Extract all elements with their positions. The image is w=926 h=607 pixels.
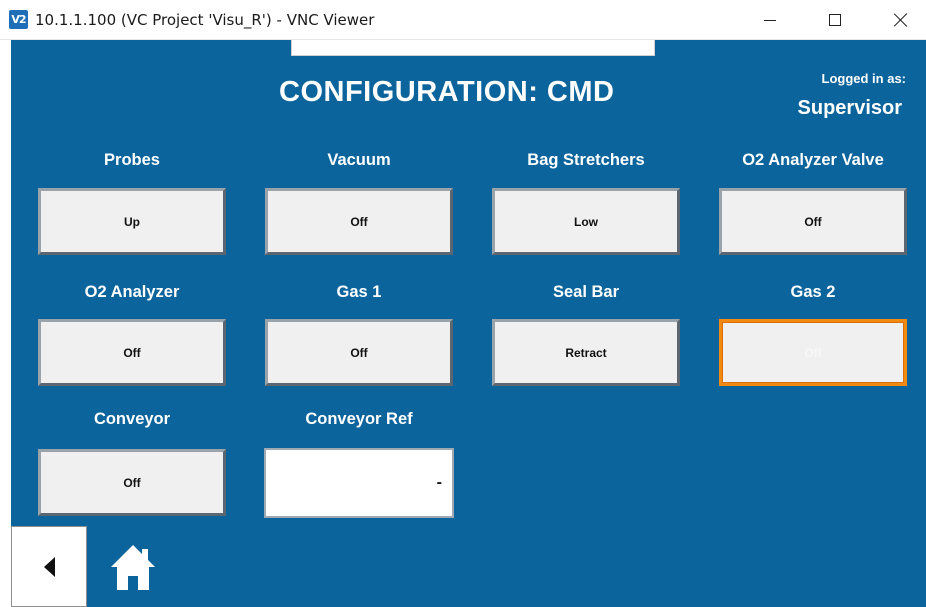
probes-button[interactable]: Up	[38, 188, 226, 255]
back-button[interactable]	[11, 526, 87, 607]
probes-label: Probes	[104, 151, 160, 169]
o2-analyzer-valve-label: O2 Analyzer Valve	[742, 151, 884, 169]
conveyor-label: Conveyor	[93, 410, 171, 428]
gas-1-label: Gas 1	[336, 283, 382, 301]
seal-bar-button[interactable]: Retract	[492, 319, 680, 386]
home-button[interactable]	[107, 540, 159, 592]
close-button[interactable]	[878, 0, 924, 40]
gas-2-label: Gas 2	[790, 283, 836, 301]
maximize-button[interactable]	[812, 0, 858, 40]
window-title: 10.1.1.100 (VC Project 'Visu_R') - VNC V…	[35, 11, 375, 29]
conveyor-button[interactable]: Off	[38, 449, 226, 516]
window-titlebar: V2 10.1.1.100 (VC Project 'Visu_R') - VN…	[0, 0, 926, 40]
vnc-toolbar-strip[interactable]	[291, 40, 655, 56]
logged-in-user: Supervisor	[797, 97, 902, 119]
minimize-icon	[764, 19, 776, 21]
conveyor-ref-label: Conveyor Ref	[305, 410, 413, 428]
o2-analyzer-label: O2 Analyzer	[84, 283, 180, 301]
bag-stretchers-button[interactable]: Low	[492, 188, 680, 255]
minimize-button[interactable]	[747, 0, 793, 40]
bag-stretchers-label: Bag Stretchers	[527, 151, 645, 169]
maximize-icon	[829, 14, 841, 26]
vnc-viewer-app-icon: V2	[9, 10, 28, 29]
page-title: CONFIGURATION: CMD	[279, 76, 615, 108]
o2-analyzer-button[interactable]: Off	[38, 319, 226, 386]
back-arrow-icon	[43, 556, 55, 577]
o2-analyzer-valve-button[interactable]: Off	[719, 188, 907, 255]
conveyor-ref-field[interactable]: -	[264, 448, 454, 518]
logged-in-label: Logged in as:	[821, 71, 907, 86]
gas-2-button[interactable]: Off	[719, 319, 907, 386]
vnc-remote-screen: CONFIGURATION: CMD Logged in as: Supervi…	[11, 40, 926, 607]
seal-bar-label: Seal Bar	[552, 283, 620, 301]
home-icon	[111, 545, 155, 590]
vacuum-button[interactable]: Off	[265, 188, 453, 255]
gas-1-button[interactable]: Off	[265, 319, 453, 386]
vacuum-label: Vacuum	[327, 151, 391, 169]
close-icon	[894, 13, 908, 27]
